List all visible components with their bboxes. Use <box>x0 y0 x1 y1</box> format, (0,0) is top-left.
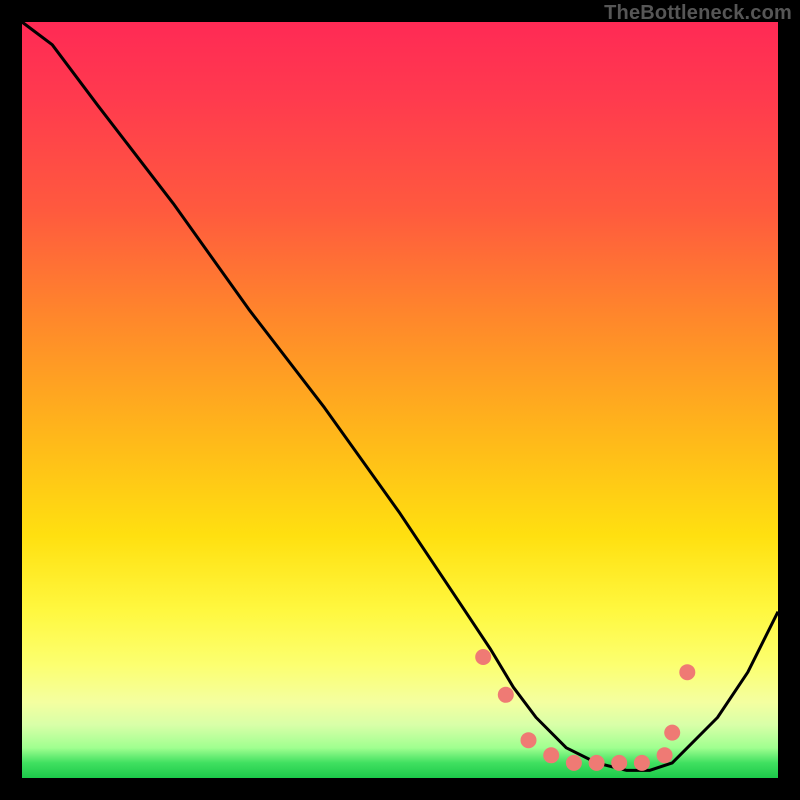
trough-marker <box>657 747 673 763</box>
trough-marker <box>664 725 680 741</box>
trough-marker <box>566 755 582 771</box>
trough-marker <box>679 664 695 680</box>
trough-markers <box>475 649 695 771</box>
trough-marker <box>634 755 650 771</box>
trough-marker <box>498 687 514 703</box>
plot-area <box>22 22 778 778</box>
chart-frame: TheBottleneck.com <box>0 0 800 800</box>
bottleneck-curve-path <box>22 22 778 770</box>
trough-marker <box>611 755 627 771</box>
trough-marker <box>475 649 491 665</box>
chart-svg <box>22 22 778 778</box>
trough-marker <box>589 755 605 771</box>
trough-marker <box>543 747 559 763</box>
trough-marker <box>521 732 537 748</box>
